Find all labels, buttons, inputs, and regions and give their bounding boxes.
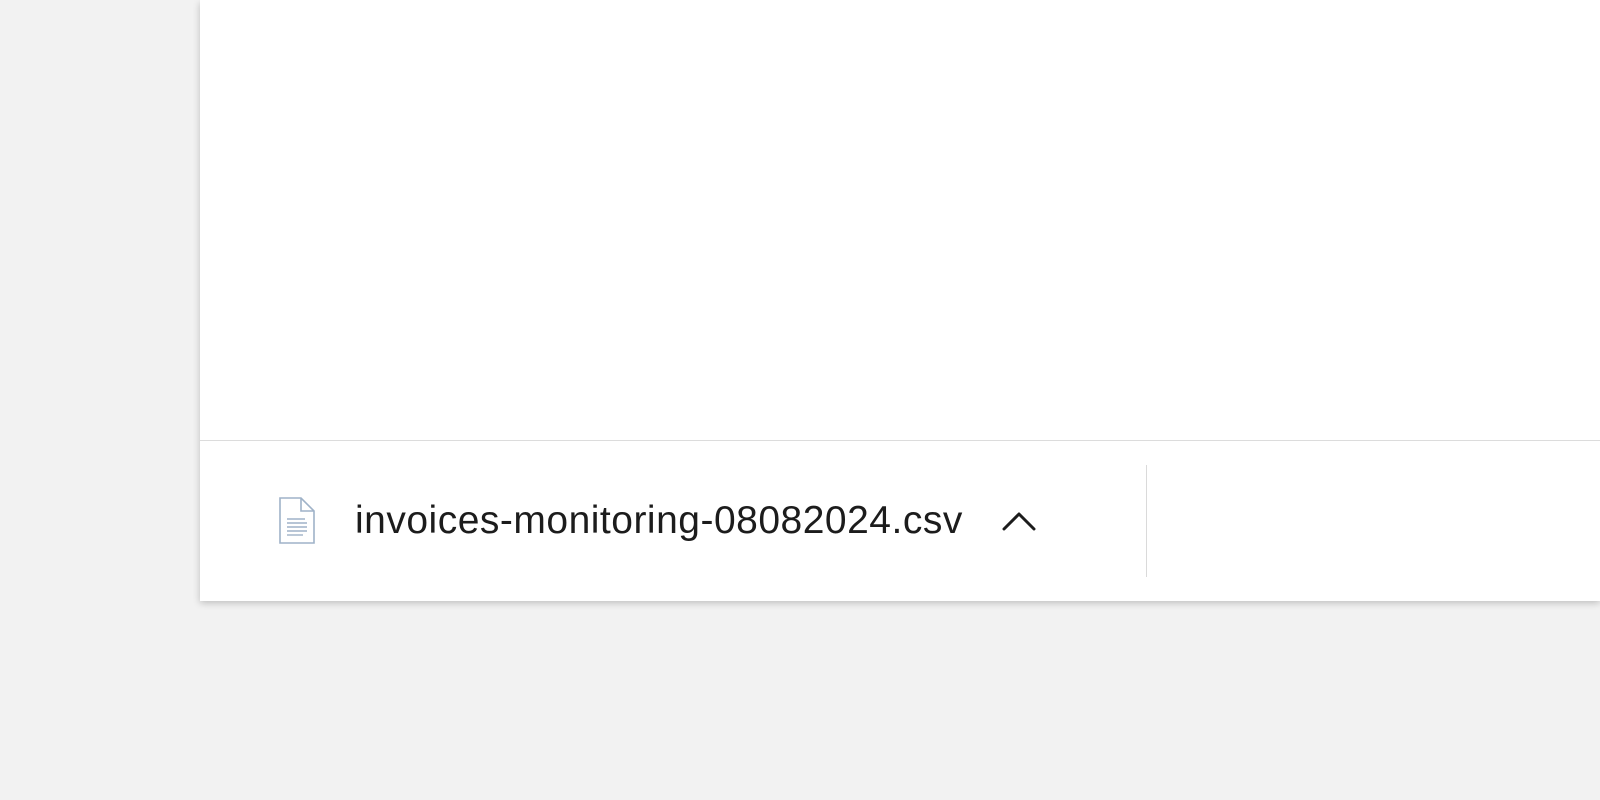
download-shelf: invoices-monitoring-08082024.csv [200,440,1600,601]
download-item[interactable]: invoices-monitoring-08082024.csv [260,479,1045,563]
browser-window: invoices-monitoring-08082024.csv [200,0,1600,601]
download-file-name: invoices-monitoring-08082024.csv [355,499,963,542]
page-content-area [200,0,1600,440]
document-icon [277,497,317,545]
divider [1146,465,1147,577]
chevron-up-icon [1002,512,1036,531]
download-options-button[interactable] [993,495,1045,547]
